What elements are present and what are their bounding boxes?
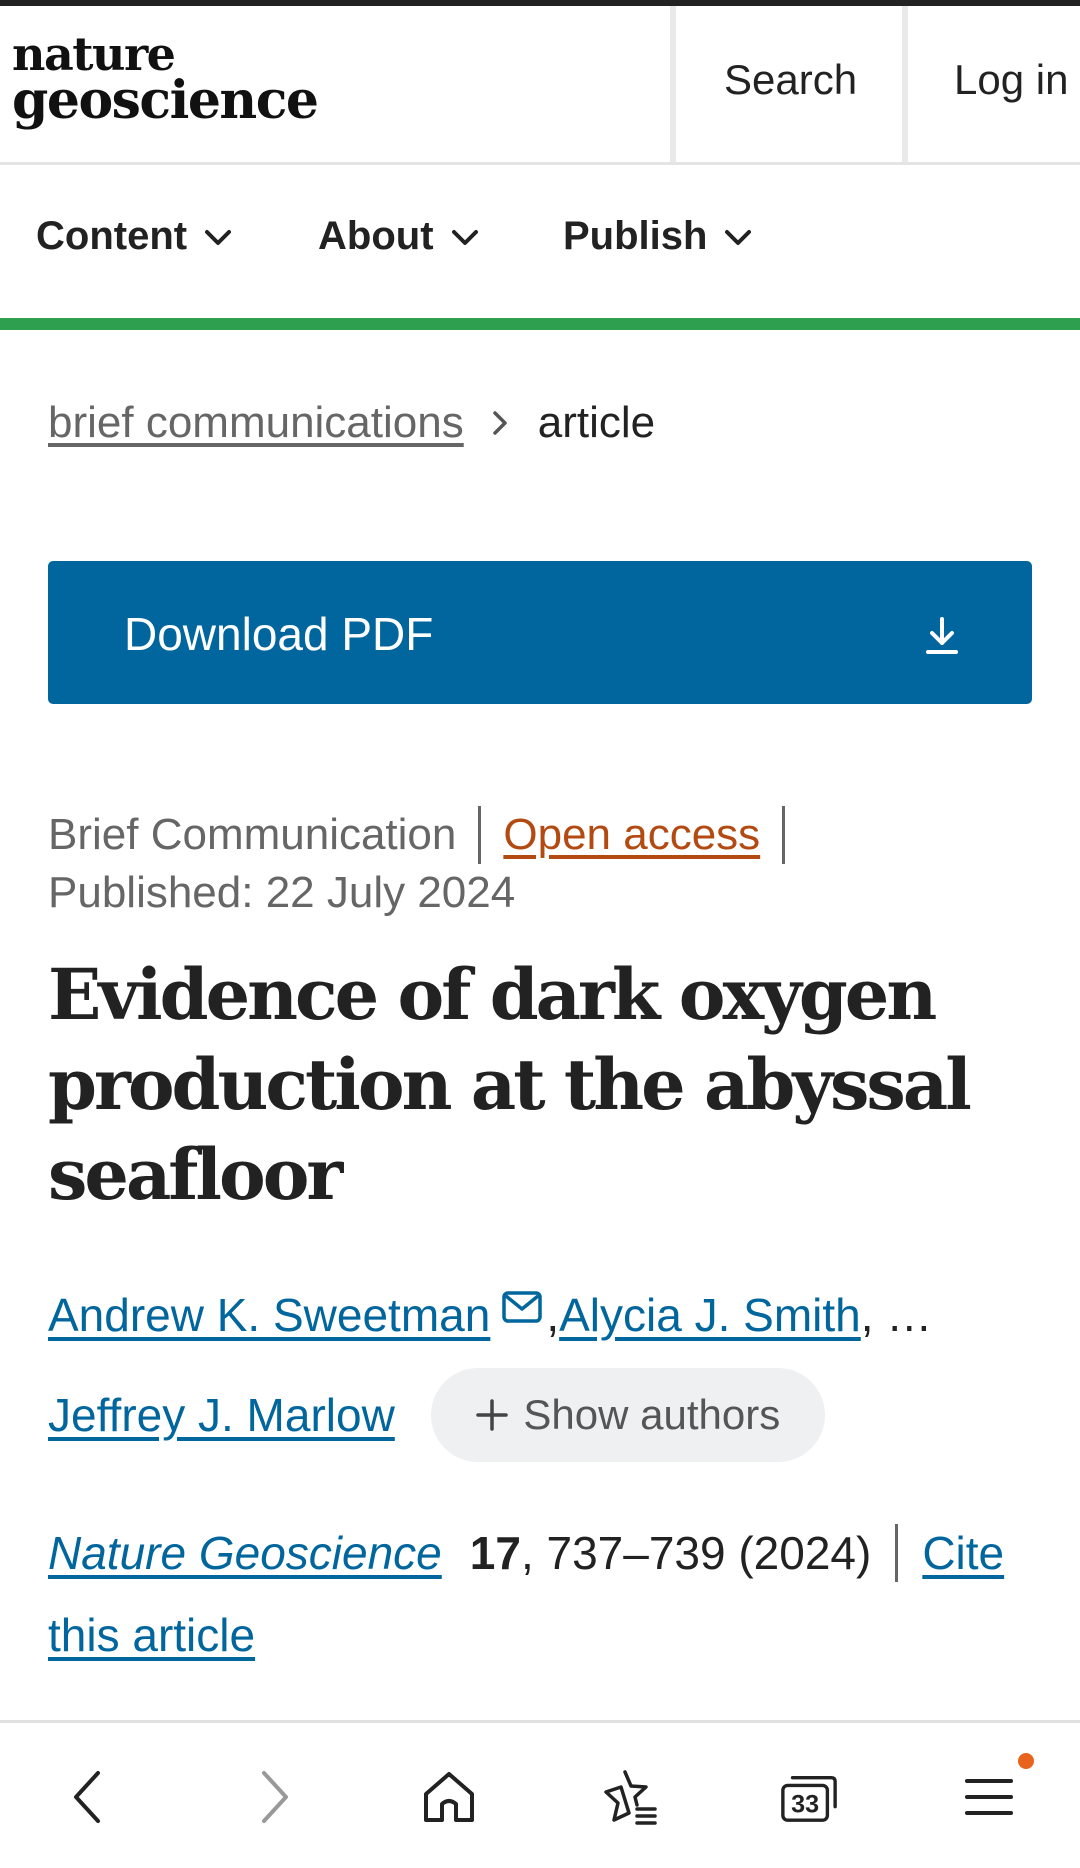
- mail-icon[interactable]: [502, 1280, 543, 1334]
- author-list: Andrew K. Sweetman , Alycia J. Smith , …: [48, 1288, 932, 1342]
- site-logo[interactable]: nature geoscience: [12, 31, 319, 131]
- nav-content-label: Content: [36, 214, 188, 258]
- forward-icon[interactable]: [244, 1767, 304, 1827]
- notification-dot: [1018, 1753, 1034, 1769]
- cite-link[interactable]: Cite: [922, 1526, 1004, 1580]
- author-link[interactable]: Andrew K. Sweetman: [48, 1288, 490, 1342]
- open-access-link[interactable]: Open access: [503, 810, 760, 860]
- author-list-row-2: Jeffrey J. Marlow Show authors: [48, 1368, 825, 1462]
- download-pdf-label: Download PDF: [124, 608, 434, 660]
- chevron-down-icon: [451, 229, 478, 245]
- article-type: Brief Communication: [48, 810, 457, 859]
- volume: 17: [469, 1527, 521, 1579]
- back-icon[interactable]: [58, 1767, 118, 1827]
- tabs-icon[interactable]: 33: [779, 1767, 839, 1827]
- nav-content[interactable]: Content: [36, 214, 233, 259]
- chevron-right-icon: [490, 408, 510, 438]
- logo-line-2: geoscience: [12, 70, 319, 131]
- nav-about[interactable]: About: [318, 214, 480, 259]
- download-icon: [924, 616, 960, 661]
- menu-icon[interactable]: [959, 1767, 1019, 1827]
- download-pdf-button[interactable]: Download PDF: [48, 561, 1032, 704]
- header-divider: [902, 6, 908, 162]
- show-authors-button[interactable]: Show authors: [430, 1368, 825, 1462]
- search-button[interactable]: Search: [724, 56, 857, 104]
- browser-toolbar: 33: [0, 1720, 1080, 1868]
- tab-count: 33: [791, 1790, 819, 1818]
- author-ellipsis: , …: [860, 1289, 933, 1341]
- author-link[interactable]: Alycia J. Smith: [559, 1288, 861, 1342]
- site-header: nature geoscience Search Log in: [0, 6, 1080, 165]
- bookmarks-icon[interactable]: [599, 1767, 659, 1827]
- author-separator: ,: [546, 1289, 560, 1341]
- chevron-down-icon: [725, 229, 752, 245]
- cite-link-continued[interactable]: this article: [48, 1608, 255, 1662]
- nav-publish[interactable]: Publish: [563, 214, 753, 259]
- divider: [895, 1524, 899, 1582]
- article-meta: Brief Communication Open access: [48, 806, 807, 864]
- pages-year: , 737–739 (2024): [520, 1527, 872, 1579]
- nav-about-label: About: [318, 214, 434, 258]
- published-date: Published: 22 July 2024: [48, 868, 516, 917]
- plus-icon: [476, 1399, 509, 1431]
- citation: Nature Geoscience 17 , 737–739 (2024) Ci…: [48, 1524, 1004, 1582]
- chevron-down-icon: [205, 229, 232, 245]
- article-title: Evidence of dark oxygen production at th…: [48, 953, 972, 1216]
- nav-publish-label: Publish: [563, 214, 708, 258]
- author-link[interactable]: Jeffrey J. Marlow: [48, 1388, 395, 1442]
- breadcrumb: brief communications article: [48, 398, 655, 448]
- breadcrumb-current: article: [537, 398, 656, 447]
- divider: [782, 806, 786, 864]
- journal-link[interactable]: Nature Geoscience: [48, 1526, 442, 1580]
- header-divider: [670, 6, 676, 162]
- show-authors-label: Show authors: [523, 1391, 781, 1438]
- home-icon[interactable]: [419, 1767, 479, 1827]
- login-button[interactable]: Log in: [954, 56, 1068, 104]
- divider: [478, 806, 482, 864]
- breadcrumb-parent-link[interactable]: brief communications: [48, 398, 464, 448]
- main-nav: Content About Publish: [0, 162, 1080, 330]
